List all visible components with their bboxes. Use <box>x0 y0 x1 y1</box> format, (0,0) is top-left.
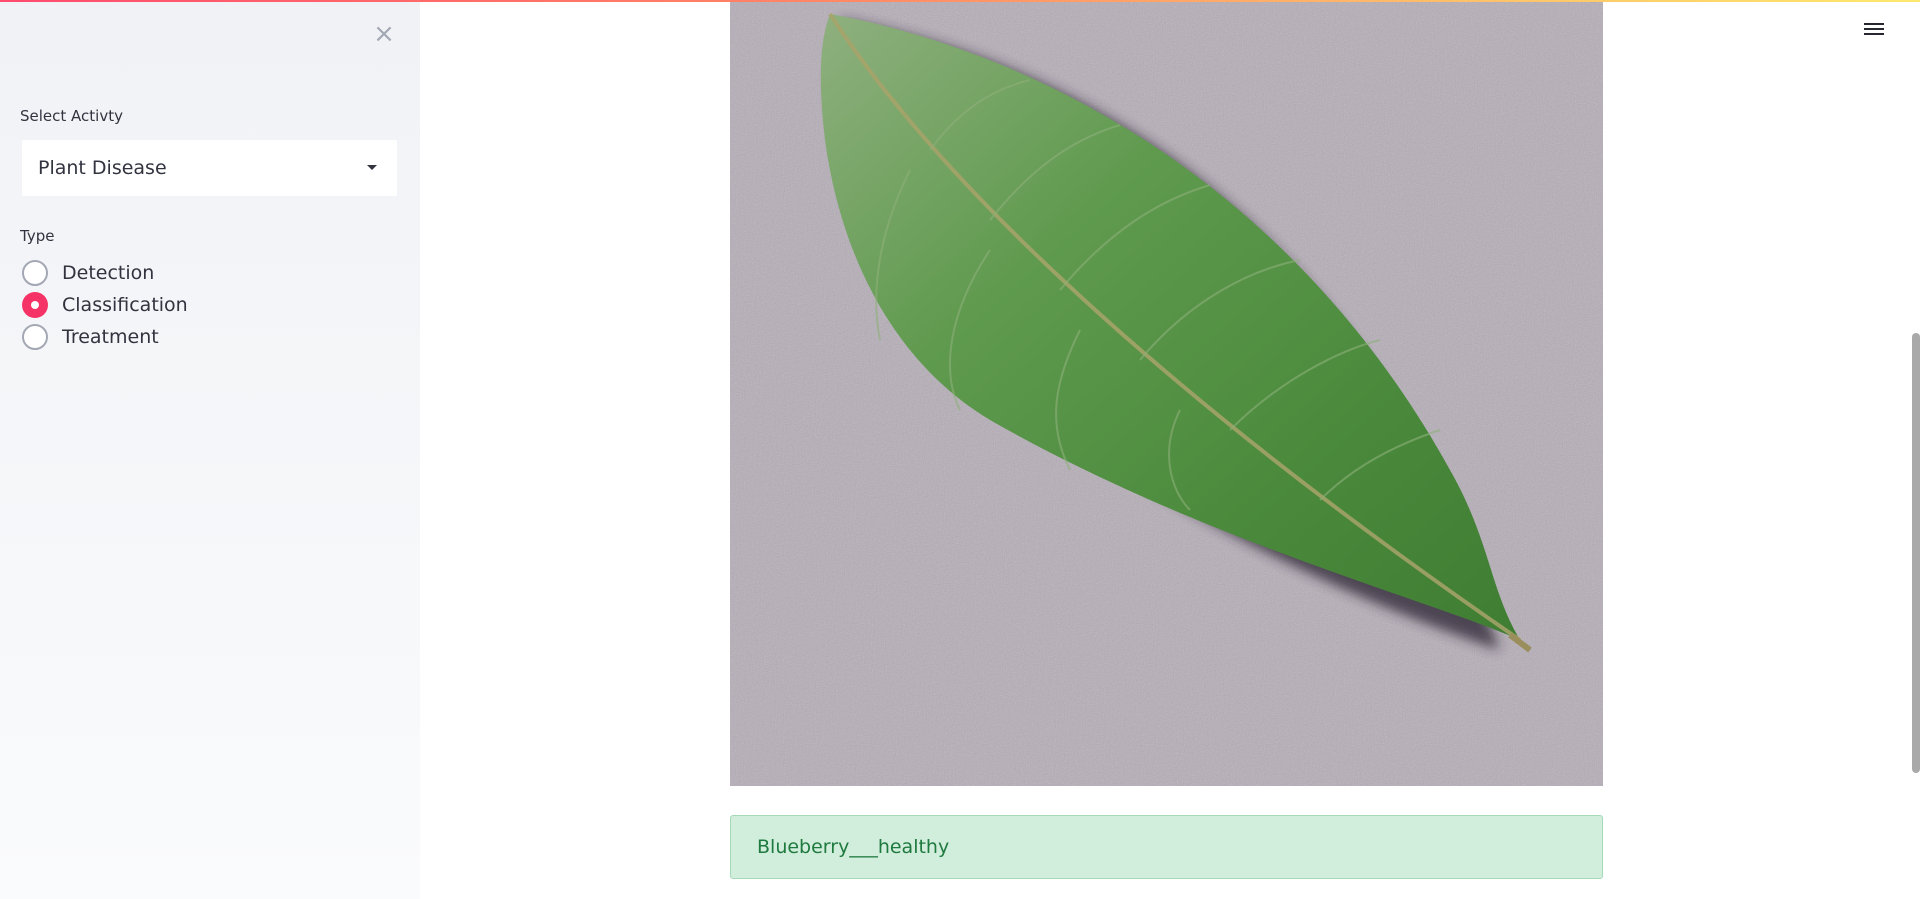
radio-unchecked-icon[interactable] <box>22 324 48 350</box>
close-icon[interactable]: × <box>370 20 398 48</box>
activity-select[interactable]: Plant Disease <box>22 140 397 196</box>
leaf-image <box>730 0 1603 786</box>
radio-checked-icon[interactable] <box>22 292 48 318</box>
hamburger-menu-icon[interactable] <box>1862 20 1886 44</box>
top-decoration-bar <box>0 0 1920 2</box>
radio-option-classification[interactable]: Classification <box>22 292 188 318</box>
radio-option-detection[interactable]: Detection <box>22 260 154 286</box>
sidebar: × Select Activty Plant Disease Type Dete… <box>0 0 420 899</box>
classification-result-alert: Blueberry___healthy <box>730 815 1603 879</box>
radio-label-classification: Classification <box>62 294 188 316</box>
type-label: Type <box>20 227 55 245</box>
radio-unchecked-icon[interactable] <box>22 260 48 286</box>
activity-select-value: Plant Disease <box>38 157 167 179</box>
chevron-down-icon <box>367 165 377 170</box>
scrollbar[interactable] <box>1912 333 1920 773</box>
radio-option-treatment[interactable]: Treatment <box>22 324 159 350</box>
radio-label-treatment: Treatment <box>62 326 159 348</box>
radio-label-detection: Detection <box>62 262 155 284</box>
select-activity-label: Select Activty <box>20 107 123 125</box>
result-text: Blueberry___healthy <box>757 836 950 858</box>
